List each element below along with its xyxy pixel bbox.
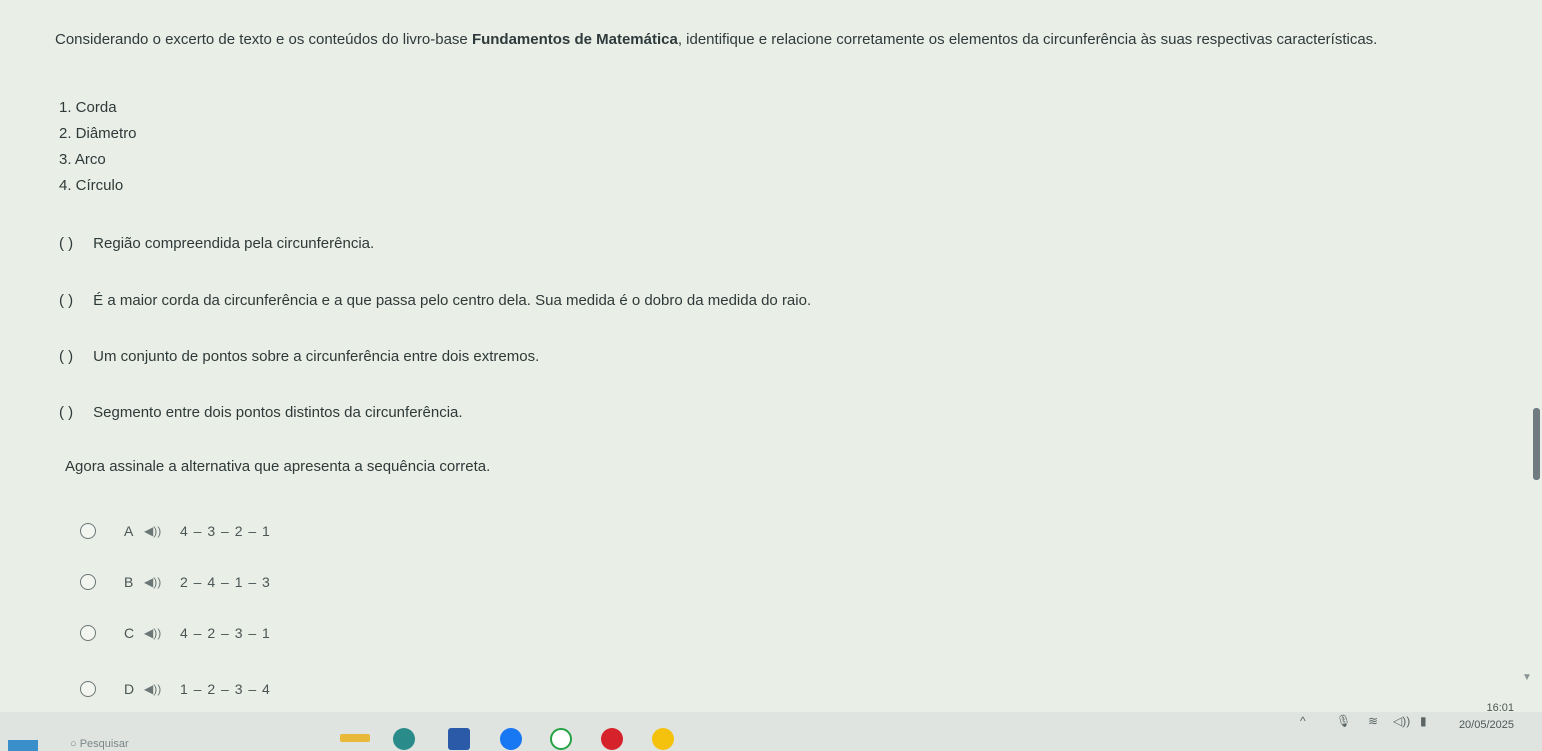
option-letter: A	[124, 523, 134, 539]
speaker-icon[interactable]: ◀))	[144, 682, 180, 696]
whatsapp-icon[interactable]	[550, 728, 572, 750]
question-suffix: , identifique e relacione corretamente o…	[677, 31, 1378, 48]
statement-1: ( ) Região compreendida pela circunferên…	[59, 234, 374, 254]
option-letter: C	[124, 625, 135, 641]
list-item: 3. Arco	[59, 151, 106, 168]
list-item: 1. Corda	[59, 99, 117, 116]
option-letter: B	[124, 574, 134, 590]
start-icon[interactable]	[8, 740, 38, 751]
statement-blank: ( )	[59, 235, 74, 252]
clock-time: 16:01	[1486, 702, 1514, 714]
quiz-page: Considerando o excerto de texto e os con…	[0, 0, 1542, 751]
statement-text: Segmento entre dois pontos distintos da …	[93, 404, 463, 421]
statement-blank: ( )	[59, 404, 74, 421]
file-explorer-icon[interactable]	[340, 734, 370, 742]
speaker-icon[interactable]: ◀))	[144, 524, 180, 538]
list-item: 4. Círculo	[59, 177, 124, 194]
volume-icon[interactable]: ◁))	[1393, 714, 1410, 728]
option-b[interactable]: B ◀)) 2 – 4 – 1 – 3	[80, 570, 271, 594]
edge-icon[interactable]	[393, 728, 415, 750]
option-sequence: 2 – 4 – 1 – 3	[180, 574, 271, 590]
taskbar-search[interactable]: ○ Pesquisar	[70, 738, 129, 750]
speaker-icon[interactable]: ◀))	[144, 626, 180, 640]
option-sequence: 1 – 2 – 3 – 4	[180, 681, 271, 697]
speaker-icon[interactable]: ◀))	[144, 575, 180, 589]
option-c[interactable]: C ◀)) 4 – 2 – 3 – 1	[80, 621, 271, 645]
question-prefix: Considerando o excerto de texto e os con…	[55, 31, 472, 48]
microphone-icon[interactable]: 🎙	[1336, 714, 1351, 728]
battery-icon[interactable]: ▮	[1420, 714, 1427, 728]
book-title: Fundamentos de Matemática	[471, 31, 678, 48]
statement-text: É a maior corda da circunferência e a qu…	[93, 292, 812, 309]
clock-date: 20/05/2025	[1458, 719, 1514, 731]
scroll-down-icon[interactable]: ▼	[1522, 672, 1532, 683]
list-item: 2. Diâmetro	[59, 125, 137, 142]
statement-blank: ( )	[59, 292, 74, 309]
option-sequence: 4 – 3 – 2 – 1	[180, 523, 271, 539]
radio-button[interactable]	[80, 625, 96, 641]
pinterest-icon[interactable]	[601, 728, 623, 750]
wifi-icon[interactable]: ≋	[1368, 714, 1378, 728]
chrome-icon[interactable]	[652, 728, 674, 750]
option-d[interactable]: D ◀)) 1 – 2 – 3 – 4	[80, 677, 271, 701]
instruction-text: Agora assinale a alternativa que apresen…	[65, 458, 491, 475]
statement-4: ( ) Segmento entre dois pontos distintos…	[59, 403, 463, 423]
facebook-icon[interactable]	[500, 728, 522, 750]
chevron-up-icon[interactable]: ^	[1300, 714, 1306, 728]
system-clock[interactable]: 16:01 20/05/2025	[1459, 700, 1514, 734]
element-list: 1. Corda 2. Diâmetro 3. Arco 4. Círculo	[59, 97, 137, 201]
statement-2: ( ) É a maior corda da circunferência e …	[59, 291, 811, 311]
taskbar	[0, 712, 1542, 751]
option-letter: D	[124, 681, 135, 697]
radio-button[interactable]	[80, 523, 96, 539]
question-text: Considerando o excerto de texto e os con…	[55, 30, 1530, 50]
radio-button[interactable]	[80, 681, 96, 697]
statement-text: Um conjunto de pontos sobre a circunferê…	[93, 348, 540, 365]
statement-3: ( ) Um conjunto de pontos sobre a circun…	[59, 347, 539, 367]
search-placeholder: Pesquisar	[79, 738, 129, 750]
radio-button[interactable]	[80, 574, 96, 590]
option-a[interactable]: A ◀)) 4 – 3 – 2 – 1	[80, 519, 271, 543]
statement-text: Região compreendida pela circunferência.	[93, 235, 375, 252]
option-sequence: 4 – 2 – 3 – 1	[180, 625, 271, 641]
scrollbar-thumb[interactable]	[1533, 408, 1540, 480]
word-icon[interactable]	[448, 728, 470, 750]
statement-blank: ( )	[59, 348, 74, 365]
